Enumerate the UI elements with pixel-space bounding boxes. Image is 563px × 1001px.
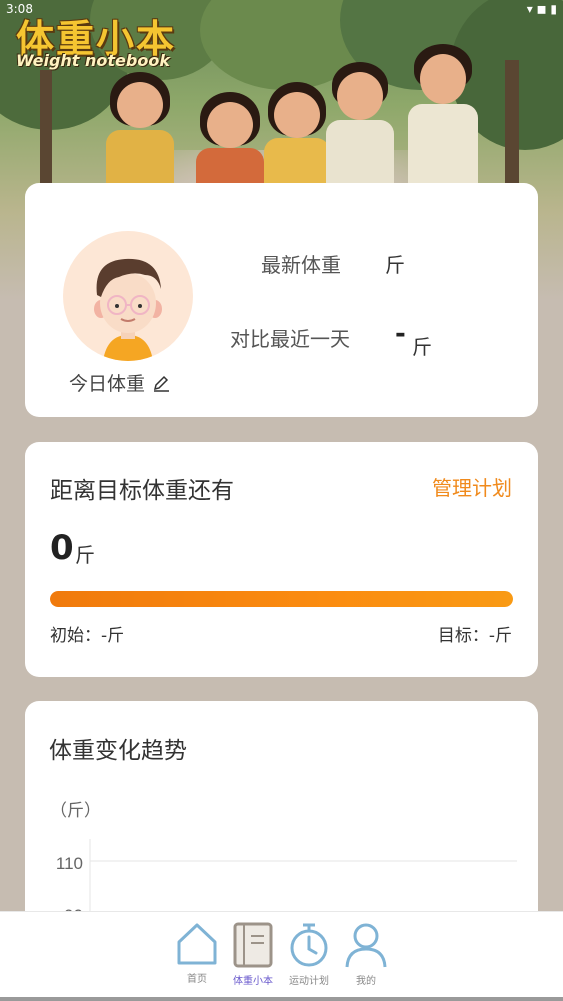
bottom-nav: 首页 体重小本 运动计划 我的	[0, 911, 563, 1001]
nav-exercise-plan-label: 运动计划	[289, 976, 329, 987]
compare-label: 对比最近一天	[230, 327, 350, 351]
app-logo-subtitle: Weight notebook	[16, 51, 170, 70]
avatar[interactable]	[63, 231, 193, 361]
edit-icon	[153, 375, 170, 392]
y-tick-label: 110	[56, 854, 83, 873]
notebook-icon	[233, 922, 273, 968]
compare-value: -	[395, 319, 406, 349]
goal-title: 距离目标体重还有	[50, 478, 234, 504]
goal-remaining-unit: 斤	[75, 543, 95, 567]
nav-notebook-label: 体重小本	[233, 976, 273, 987]
target-weight-label: 目标：-斤	[437, 626, 512, 646]
status-icons: ▾ ◼ ▮	[526, 2, 557, 16]
start-weight-label: 初始：-斤	[50, 626, 125, 646]
goal-progress-fill	[50, 591, 513, 607]
stopwatch-icon	[290, 923, 328, 967]
manage-plan-link[interactable]: 管理计划	[432, 472, 512, 501]
nav-profile-label: 我的	[356, 976, 376, 987]
home-icon	[177, 923, 217, 965]
trend-chart: 110 90	[56, 839, 517, 921]
goal-progress-bar	[50, 591, 513, 607]
boy-avatar-icon	[94, 258, 162, 361]
today-weight-button[interactable]: 今日体重	[69, 369, 171, 396]
trend-title: 体重变化趋势	[49, 738, 187, 764]
trend-unit-label: （斤）	[50, 801, 101, 821]
weight-summary-card: 今日体重 最新体重 斤 对比最近一天 - 斤	[25, 183, 538, 417]
latest-weight-label: 最新体重	[261, 253, 341, 277]
nav-exercise-plan[interactable]: 运动计划	[281, 922, 337, 987]
nav-profile[interactable]: 我的	[338, 922, 394, 987]
user-icon	[345, 923, 387, 968]
goal-remaining-value: 0	[50, 528, 74, 568]
goal-card: 距离目标体重还有 管理计划 0 斤 初始：-斤 目标：-斤	[25, 442, 538, 677]
nav-home[interactable]: 首页	[169, 922, 225, 985]
nav-notebook[interactable]: 体重小本	[225, 922, 281, 987]
home-indicator	[0, 997, 563, 1001]
today-weight-label: 今日体重	[69, 373, 146, 395]
compare-unit: 斤	[412, 335, 432, 359]
nav-home-label: 首页	[187, 974, 207, 985]
latest-weight-unit: 斤	[385, 253, 405, 277]
